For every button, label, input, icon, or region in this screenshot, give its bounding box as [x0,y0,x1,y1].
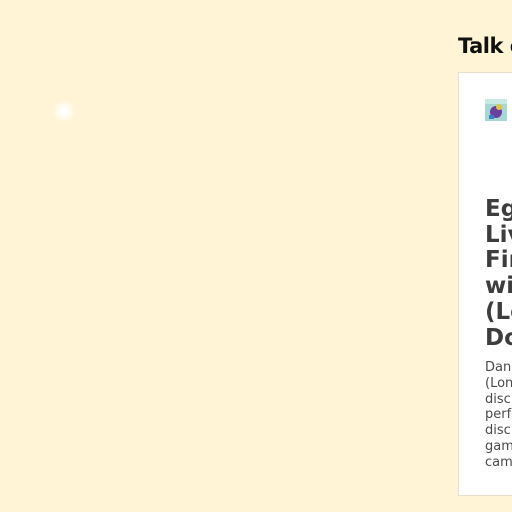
article-excerpt: Dan (Lon disc perf disc gam cam [485,360,512,470]
talk-section-title: Talk of the Town [458,34,512,58]
loading-indicator [57,104,71,118]
featured-article-card[interactable]: Egg Live Fin wit (Lo Do Dan (Lon disc pe… [458,72,512,496]
page: Talk of the Town Egg Live Fin wit (Lo Do… [0,0,512,512]
article-headline[interactable]: Egg Live Fin wit (Lo Do [485,196,512,351]
article-thumbnail-icon[interactable] [485,99,507,121]
